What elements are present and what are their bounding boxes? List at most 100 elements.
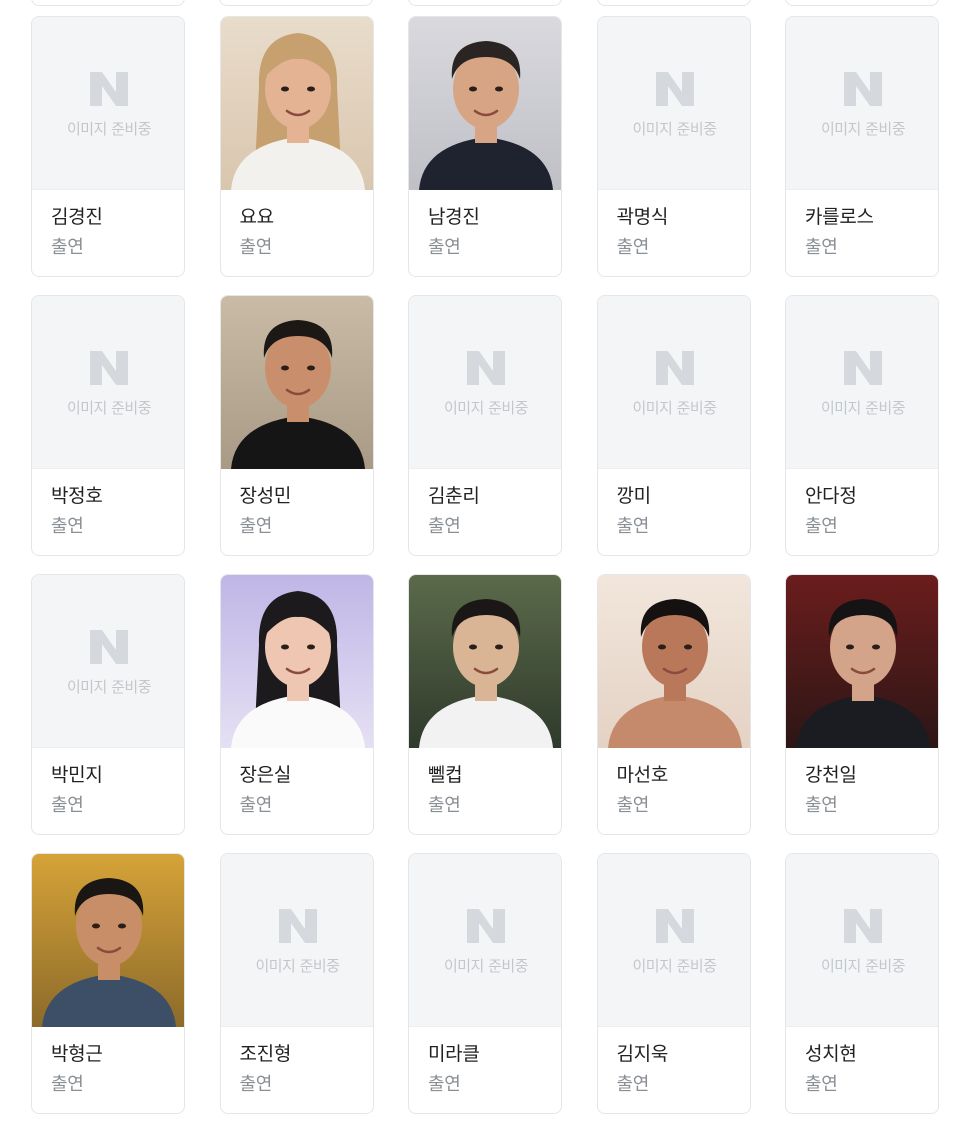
- cast-name[interactable]: 깡미: [617, 484, 750, 508]
- cast-role: 출연: [616, 1074, 650, 1095]
- cast-info: 성치현출연: [786, 1027, 938, 1097]
- profile-photo[interactable]: [786, 575, 938, 748]
- cast-name[interactable]: 조진형: [240, 1042, 373, 1066]
- cast-name[interactable]: 마선호: [617, 763, 750, 787]
- image-placeholder[interactable]: 이미지 준비중: [786, 854, 938, 1027]
- image-placeholder[interactable]: 이미지 준비중: [220, 854, 373, 1027]
- cast-info: 김지욱출연: [598, 1027, 750, 1097]
- profile-photo[interactable]: [597, 575, 750, 748]
- cast-role: 출연: [239, 516, 273, 537]
- cast-card[interactable]: 요요출연: [219, 16, 374, 277]
- profile-photo[interactable]: [220, 17, 373, 190]
- placeholder-text: 이미지 준비중: [443, 399, 529, 417]
- image-placeholder[interactable]: 이미지 준비중: [597, 854, 750, 1027]
- image-placeholder[interactable]: 이미지 준비중: [409, 296, 561, 469]
- cast-role: 출연: [616, 795, 650, 816]
- cast-card[interactable]: 이미지 준비중 박민지 출연: [31, 574, 185, 835]
- cast-name[interactable]: 안다정: [805, 484, 938, 508]
- cast-role: 출연: [51, 516, 84, 537]
- naver-n-logo-icon: [844, 351, 882, 385]
- naver-n-logo-icon: [278, 909, 317, 943]
- cast-name[interactable]: 김경진: [51, 205, 184, 229]
- profile-photo[interactable]: [220, 296, 373, 469]
- cast-name[interactable]: 요요: [240, 205, 373, 229]
- cast-name[interactable]: 박민지: [51, 763, 184, 787]
- cast-role: 출연: [428, 237, 461, 258]
- cast-name[interactable]: 박정호: [51, 484, 184, 508]
- cast-info: 요요출연: [221, 190, 373, 260]
- cast-card[interactable]: 박형근출연: [31, 853, 185, 1114]
- image-placeholder[interactable]: 이미지 준비중: [409, 854, 561, 1027]
- image-placeholder[interactable]: 이미지 준비중: [597, 17, 750, 190]
- cast-name[interactable]: 강천일: [805, 763, 938, 787]
- cast-name[interactable]: 장성민: [240, 484, 373, 508]
- placeholder-text: 이미지 준비중: [820, 957, 906, 975]
- cast-name[interactable]: 박형근: [51, 1042, 184, 1066]
- cast-info: 박형근출연: [32, 1027, 184, 1097]
- cast-card[interactable]: 남경진출연: [408, 16, 562, 277]
- cast-info: 깡미출연: [598, 469, 750, 539]
- profile-photo[interactable]: [409, 17, 561, 190]
- cast-role: 출연: [51, 1074, 84, 1095]
- cast-card[interactable]: 장성민출연: [219, 295, 374, 556]
- cast-card[interactable]: 이미지 준비중 곽명식 출연: [596, 16, 751, 277]
- placeholder-text: 이미지 준비중: [255, 957, 340, 975]
- cast-card[interactable]: 마선호출연: [596, 574, 751, 835]
- cast-name[interactable]: 카를로스: [805, 205, 938, 229]
- cast-name[interactable]: 김춘리: [428, 484, 561, 508]
- image-placeholder[interactable]: 이미지 준비중: [32, 17, 184, 190]
- cast-card[interactable]: 이미지 준비중안다정출연: [785, 295, 939, 556]
- profile-photo[interactable]: [32, 854, 184, 1027]
- profile-photo[interactable]: [409, 575, 561, 748]
- cast-card[interactable]: 이미지 준비중조진형 출연: [219, 853, 374, 1114]
- naver-n-logo-icon: [655, 351, 694, 385]
- cast-card[interactable]: 장은실출연: [219, 574, 374, 835]
- cast-card[interactable]: 이미지 준비중김지욱출연: [596, 853, 751, 1114]
- naver-n-logo-icon: [844, 72, 882, 106]
- cast-card[interactable]: 뻴컵출연: [408, 574, 562, 835]
- naver-n-logo-icon: [90, 72, 128, 106]
- placeholder-text: 이미지 준비중: [632, 957, 717, 975]
- cast-info: 김경진출연: [32, 190, 184, 260]
- placeholder-text: 이미지 준비중: [632, 399, 717, 417]
- naver-n-logo-icon: [655, 909, 694, 943]
- cast-card[interactable]: 이미지 준비중 카를로스 출연: [785, 16, 939, 277]
- cast-name[interactable]: 남경진: [428, 205, 561, 229]
- image-placeholder[interactable]: 이미지 준비중: [32, 296, 184, 469]
- profile-photo[interactable]: [220, 575, 373, 748]
- image-placeholder[interactable]: 이미지 준비중: [786, 296, 938, 469]
- cast-role: 출연: [239, 237, 273, 258]
- cast-info: 조진형 출연: [221, 1027, 373, 1097]
- cast-card[interactable]: 이미지 준비중미라클출연: [408, 853, 562, 1114]
- cast-role: 출연: [51, 237, 84, 258]
- cast-card[interactable]: 이미지 준비중깡미출연: [596, 295, 751, 556]
- cast-name[interactable]: 성치현: [805, 1042, 938, 1066]
- cast-name[interactable]: 장은실: [240, 763, 373, 787]
- cast-grid: 이미지 준비중 김경진 출연 요요 출연 남경진 출연 이미지 준비중 곽명식 출연 이미지 준비중…: [31, 16, 939, 1114]
- cast-role: 출연: [616, 516, 650, 537]
- image-placeholder[interactable]: 이미지 준비중: [786, 17, 938, 190]
- cast-name[interactable]: 뻴컵: [428, 763, 561, 787]
- cast-name[interactable]: 곽명식: [617, 205, 750, 229]
- cast-info: 카를로스 출연: [786, 190, 938, 260]
- cast-info: 곽명식 출연: [598, 190, 750, 260]
- image-placeholder[interactable]: 이미지 준비중: [597, 296, 750, 469]
- naver-n-logo-icon: [655, 72, 694, 106]
- cast-card[interactable]: 강천일 출연: [785, 574, 939, 835]
- cast-role: 출연: [805, 516, 838, 537]
- cast-role: 출연: [239, 795, 273, 816]
- cast-card[interactable]: 이미지 준비중 김춘리 출연: [408, 295, 562, 556]
- cast-info: 미라클출연: [409, 1027, 561, 1097]
- naver-n-logo-icon: [467, 909, 505, 943]
- cast-name[interactable]: 미라클: [428, 1042, 561, 1066]
- cast-card[interactable]: 이미지 준비중김경진출연: [31, 16, 185, 277]
- image-placeholder[interactable]: 이미지 준비중: [32, 575, 184, 748]
- cast-name[interactable]: 김지욱: [617, 1042, 750, 1066]
- cast-card[interactable]: 이미지 준비중박정호출연: [31, 295, 185, 556]
- cast-card[interactable]: 이미지 준비중성치현출연: [785, 853, 939, 1114]
- naver-n-logo-icon: [844, 909, 882, 943]
- cast-role: 출연: [428, 795, 461, 816]
- cast-role: 출연: [805, 1074, 838, 1095]
- cast-role: 출연: [428, 1074, 461, 1095]
- placeholder-text: 이미지 준비중: [820, 399, 906, 417]
